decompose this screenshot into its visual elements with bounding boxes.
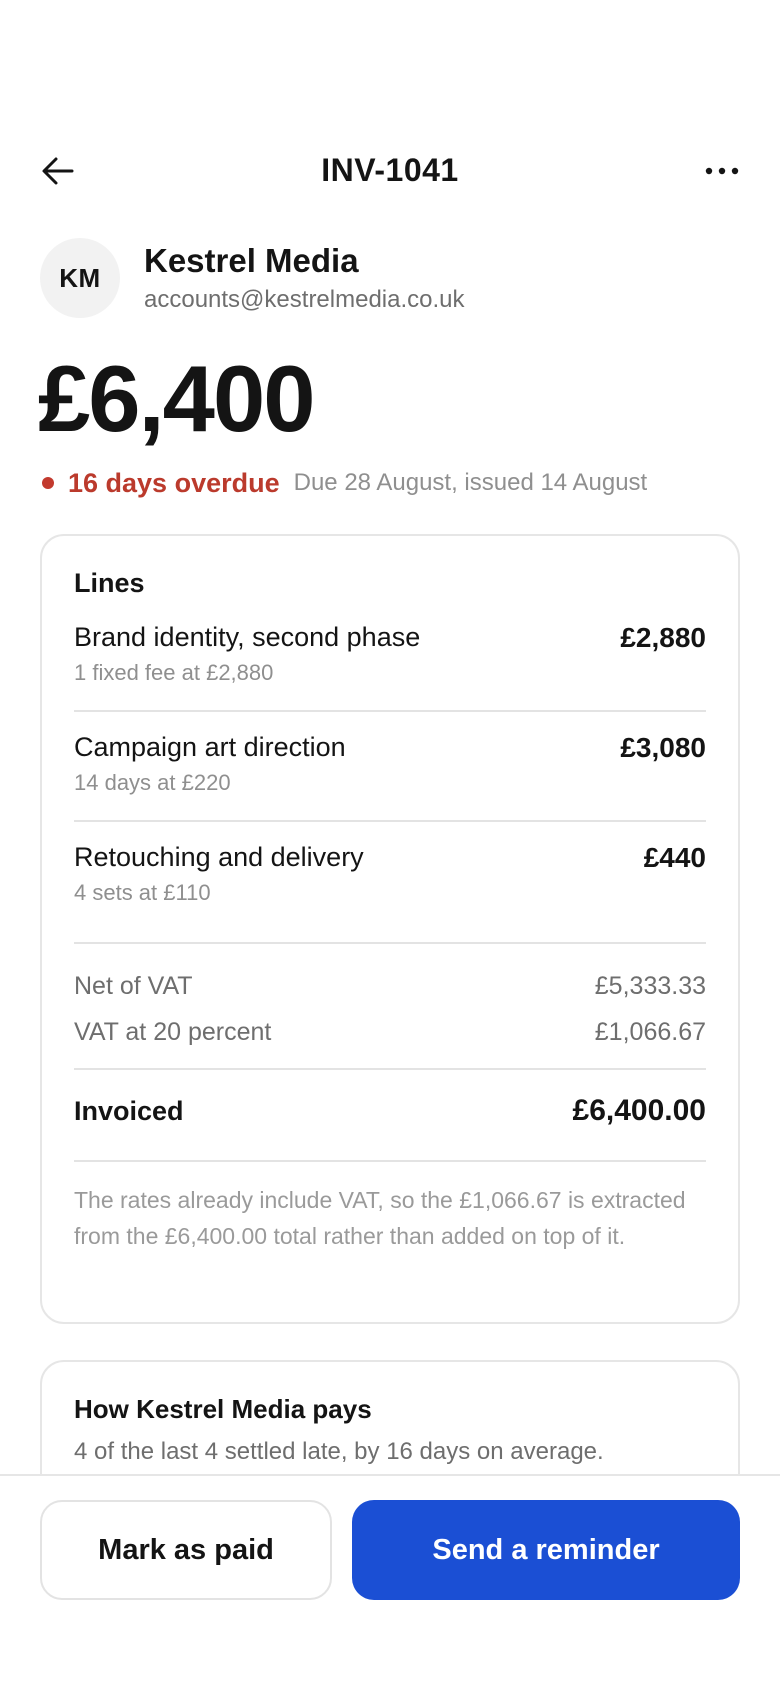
lines-heading: Lines <box>74 568 145 598</box>
mark-as-paid-button[interactable]: Mark as paid <box>40 1500 332 1600</box>
line-item: Campaign art direction 14 days at £220 £… <box>74 732 706 842</box>
lines-card: Lines Brand identity, second phase 1 fix… <box>40 534 740 1324</box>
page-title: INV-1041 <box>321 152 459 188</box>
line-item-amount: £440 <box>643 842 706 873</box>
invoice-dates: Due 28 August, issued 14 August <box>293 469 648 496</box>
line-item-amount: £2,880 <box>620 622 706 653</box>
line-item-detail: 4 sets at £110 <box>74 880 211 905</box>
invoice-detail-screen: INV-1041 KM Kestrel Media accounts@kestr… <box>0 0 780 1688</box>
line-item-detail: 14 days at £220 <box>74 770 231 795</box>
payment-history-heading: How Kestrel Media pays <box>74 1394 372 1424</box>
invoiced-label: Invoiced <box>74 1096 184 1126</box>
more-options-button[interactable] <box>704 154 740 188</box>
line-item: Brand identity, second phase 1 fixed fee… <box>74 622 706 732</box>
status-dot-icon <box>42 477 54 489</box>
vat-row: VAT at 20 percent £1,066.67 <box>74 1018 706 1052</box>
net-of-vat-row: Net of VAT £5,333.33 <box>74 972 706 1006</box>
net-value: £5,333.33 <box>594 972 706 1000</box>
line-item-name: Campaign art direction <box>74 732 346 762</box>
line-item-name: Brand identity, second phase <box>74 622 421 652</box>
vat-value: £1,066.67 <box>594 1018 706 1046</box>
divider <box>74 820 706 822</box>
client-summary: KM Kestrel Media accounts@kestrelmedia.c… <box>40 238 740 318</box>
divider <box>74 1160 706 1162</box>
avatar: KM <box>40 238 120 318</box>
line-item-detail: 1 fixed fee at £2,880 <box>74 660 274 685</box>
invoiced-total: £6,400.00 <box>572 1094 706 1127</box>
divider <box>74 942 706 944</box>
payment-history-summary: 4 of the last 4 settled late, by 16 days… <box>74 1438 604 1465</box>
action-bar: Mark as paid Send a reminder <box>0 1474 780 1688</box>
divider <box>74 710 706 712</box>
send-reminder-button[interactable]: Send a reminder <box>352 1500 740 1600</box>
line-item: Retouching and delivery 4 sets at £110 £… <box>74 842 706 952</box>
line-item-name: Retouching and delivery <box>74 842 364 872</box>
client-email: accounts@kestrelmedia.co.uk <box>144 286 465 313</box>
header: INV-1041 <box>0 140 780 202</box>
divider <box>74 1068 706 1070</box>
overdue-status: 16 days overdue <box>68 467 280 498</box>
more-horizontal-icon <box>705 167 739 175</box>
status-row: 16 days overdue Due 28 August, issued 14… <box>40 466 647 500</box>
client-name: Kestrel Media <box>144 242 359 279</box>
vat-label: VAT at 20 percent <box>74 1018 272 1046</box>
invoice-amount: £6,400 <box>38 346 316 451</box>
net-label: Net of VAT <box>74 972 193 1000</box>
line-item-amount: £3,080 <box>620 732 706 763</box>
vat-note: The rates already include VAT, so the £1… <box>74 1187 686 1249</box>
